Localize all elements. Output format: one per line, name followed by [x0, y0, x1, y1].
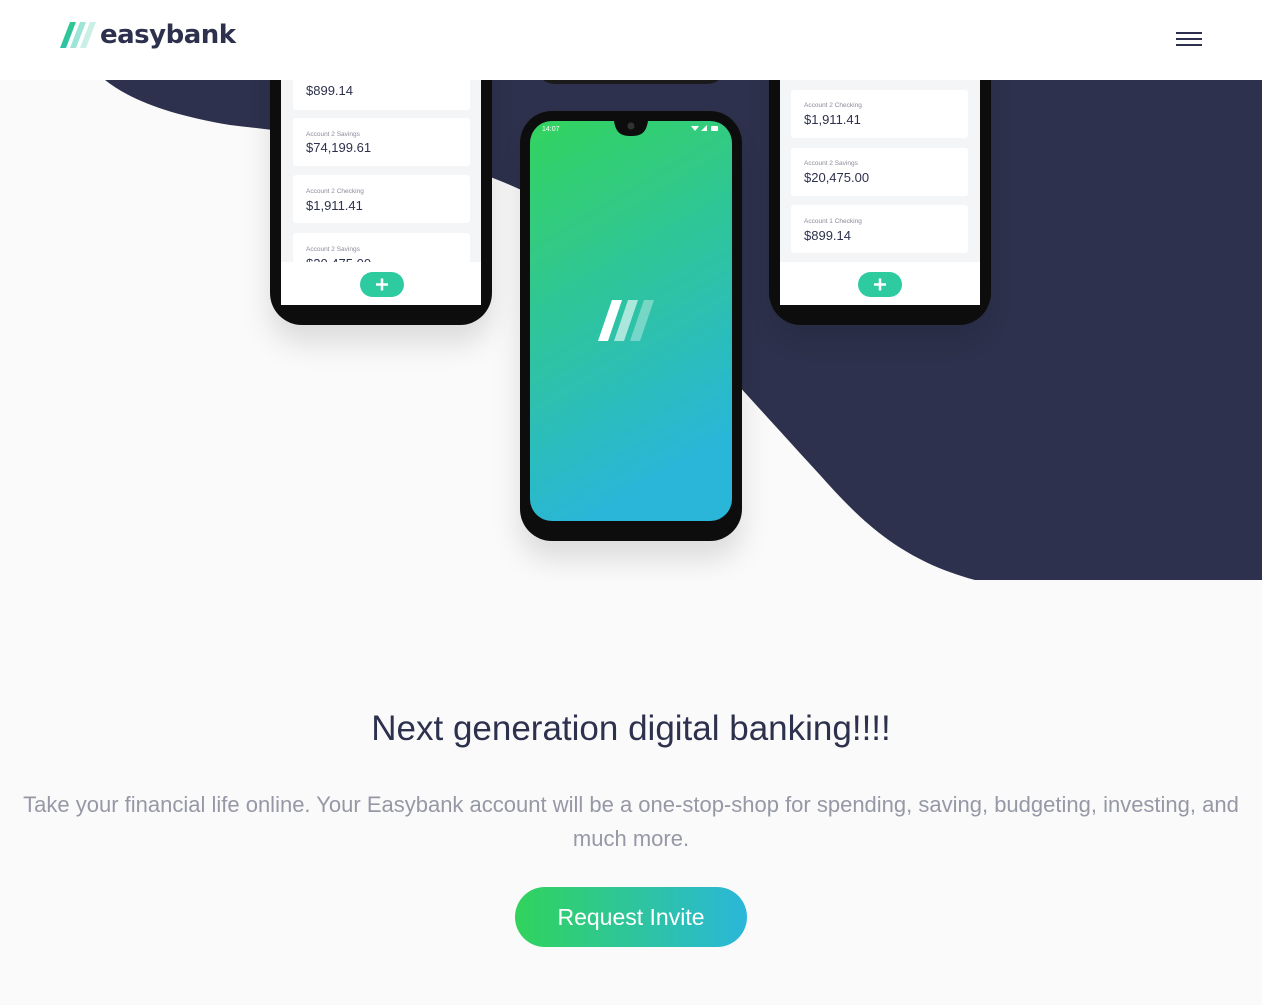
brand-name: easybank: [100, 20, 236, 50]
logo-mark-icon: [60, 22, 96, 48]
right-card-amount-2: $20,475.00: [804, 170, 869, 185]
hero-graphic: $899.14 Account 2 Savings $74,199.61 Acc…: [105, 80, 1262, 580]
intro-description: Take your financial life online. Your Ea…: [23, 792, 1239, 851]
left-card-amount-3: $1,911.41: [306, 198, 363, 213]
right-card-label-2: Account 2 Savings: [804, 160, 859, 167]
center-phone-time: 14:07: [542, 126, 560, 133]
left-card-amount-2: $74,199.61: [306, 140, 371, 155]
intro-section: Next generation digital banking!!!! Take…: [0, 580, 1262, 1005]
right-card-amount-1: $1,911.41: [804, 112, 861, 127]
easybank-logo[interactable]: easybank: [60, 20, 236, 50]
request-invite-button[interactable]: Request Invite: [515, 887, 747, 947]
left-card-label-3: Account 2 Checking: [306, 188, 364, 195]
right-card-label-1: Account 2 Checking: [804, 102, 862, 109]
left-card-label-4: Account 2 Savings: [306, 246, 361, 253]
right-card-amount-3: $899.14: [804, 228, 851, 243]
site-header: easybank: [0, 0, 1262, 80]
left-card-amount-1: $899.14: [306, 83, 353, 98]
left-card-label-2: Account 2 Savings: [306, 131, 361, 138]
hamburger-icon[interactable]: [1176, 32, 1202, 48]
right-card-label-3: Account 1 Checking: [804, 218, 862, 225]
hero-illustration: $899.14 Account 2 Savings $74,199.61 Acc…: [0, 80, 1262, 580]
center-phone: 14:07: [520, 111, 742, 541]
page-headline: Next generation digital banking!!!!: [371, 709, 891, 748]
